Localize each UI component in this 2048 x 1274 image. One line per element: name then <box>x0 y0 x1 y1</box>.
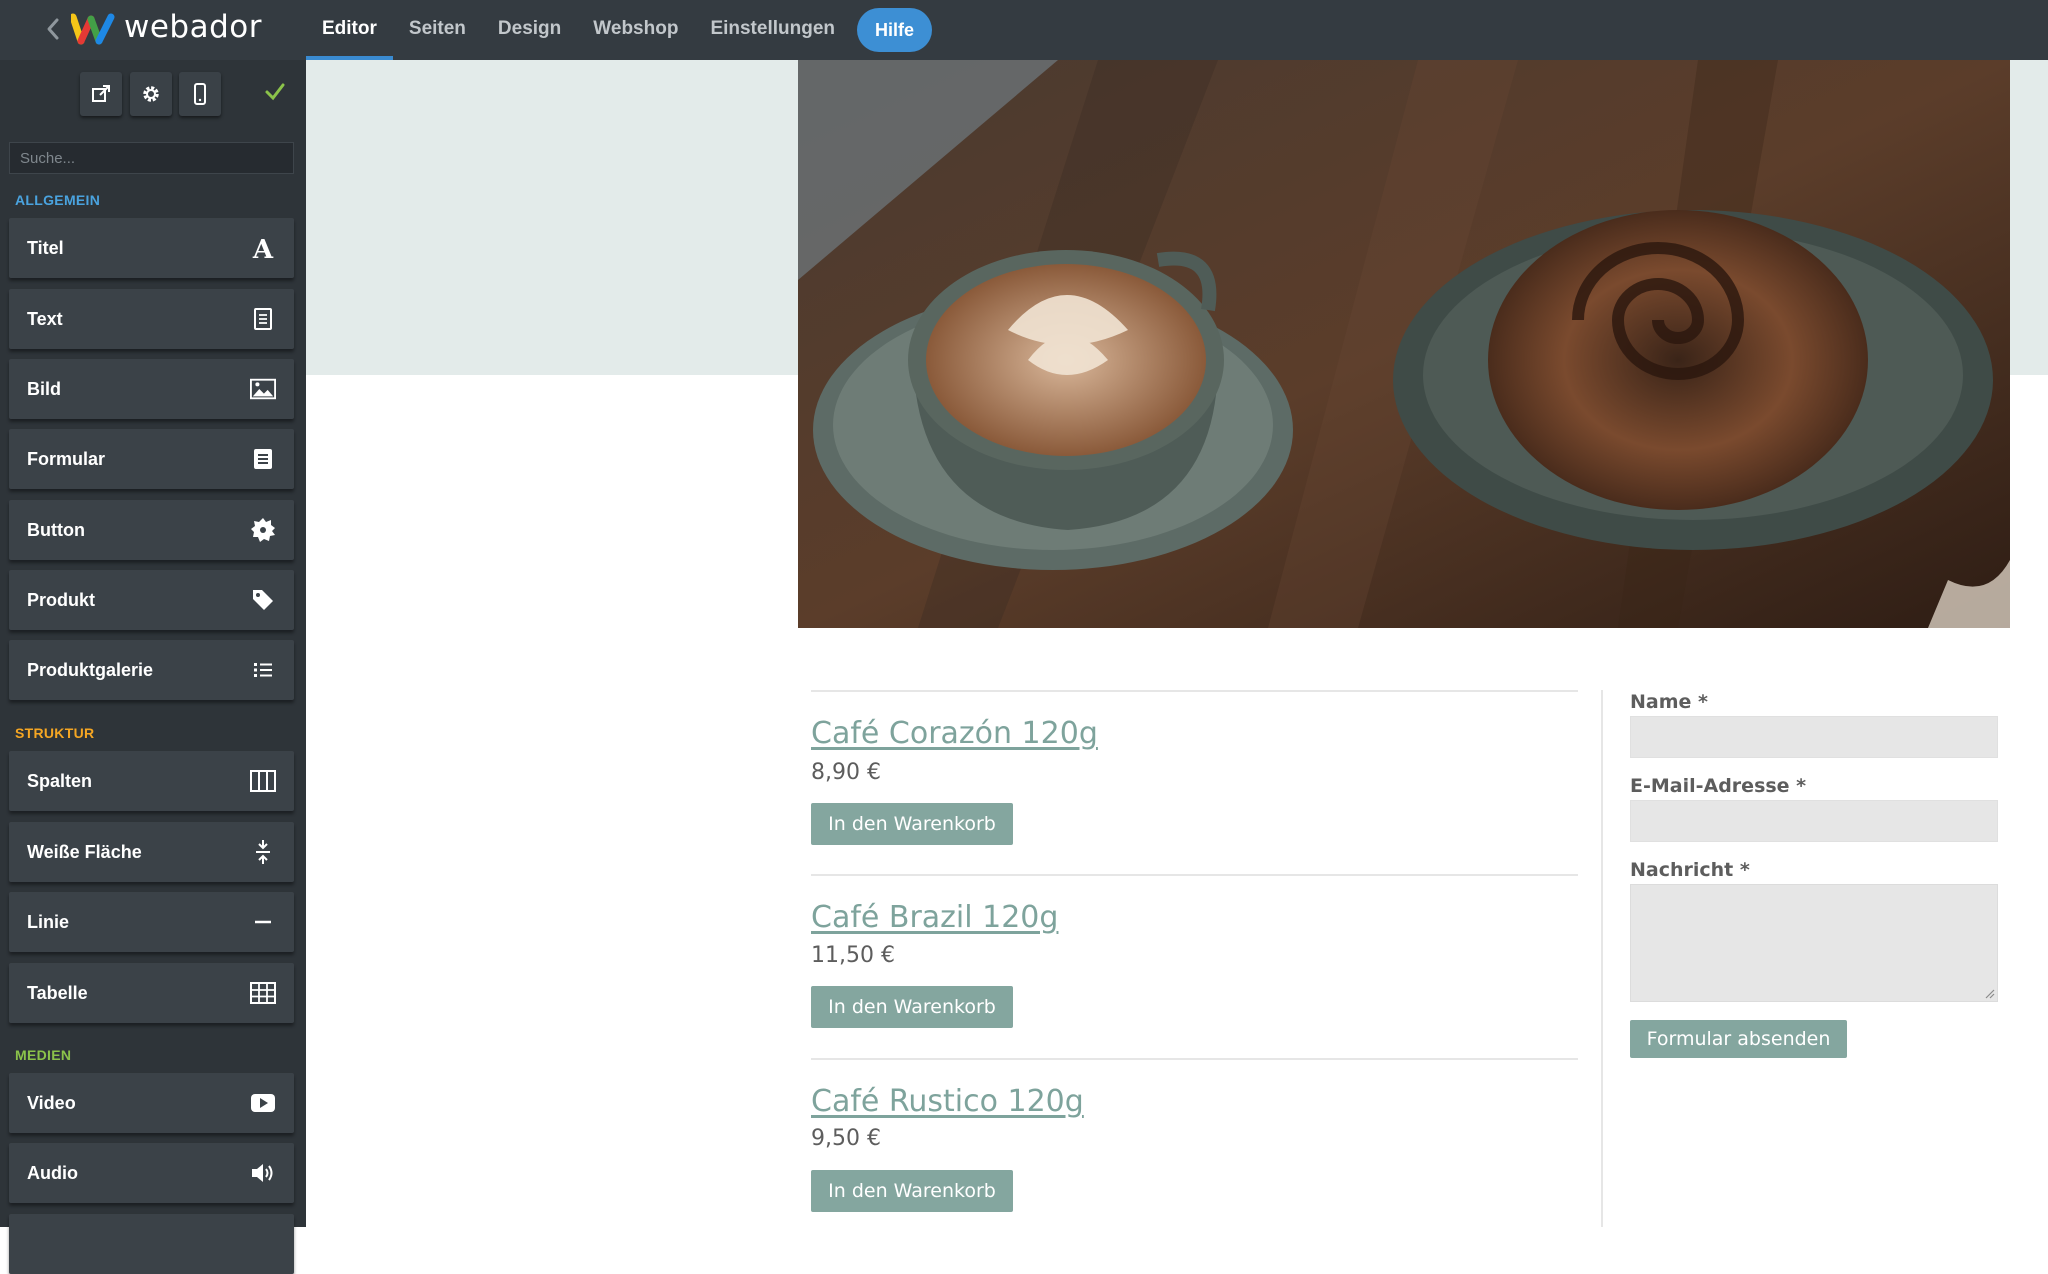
sidebar-item-bild[interactable]: Bild <box>9 359 294 419</box>
section-heading-medien: MEDIEN <box>15 1047 72 1063</box>
webador-logo-icon[interactable] <box>69 13 117 45</box>
svg-text:A: A <box>252 235 274 261</box>
sidebar-item-label: Audio <box>27 1162 78 1183</box>
spacing-icon <box>250 839 276 865</box>
tab-einstellungen[interactable]: Einstellungen <box>694 0 851 60</box>
sidebar-item-text[interactable]: Text <box>9 289 294 349</box>
list-icon <box>250 657 276 683</box>
sidebar-item-label: Text <box>27 308 63 329</box>
mobile-view-button[interactable] <box>179 72 221 116</box>
product-divider <box>811 874 1578 876</box>
column-separator <box>1601 690 1603 1227</box>
sidebar-item-label: Produkt <box>27 589 96 610</box>
video-icon <box>250 1090 276 1116</box>
product-title[interactable]: Café Rustico 120g <box>811 1084 1084 1119</box>
columns-icon <box>250 768 276 794</box>
sidebar-item-label: Spalten <box>27 770 93 791</box>
tag-icon <box>250 587 276 613</box>
gear-icon <box>143 86 159 102</box>
add-to-cart-button[interactable]: In den Warenkorb <box>811 803 1013 845</box>
tab-seiten[interactable]: Seiten <box>393 0 482 60</box>
hero-image[interactable] <box>798 60 2010 628</box>
tab-design[interactable]: Design <box>482 0 577 60</box>
add-to-cart-button[interactable]: In den Warenkorb <box>811 986 1013 1028</box>
back-chevron-icon[interactable] <box>42 14 64 44</box>
sidebar-item-label: Weiße Fläche <box>27 841 142 862</box>
sidebar-item-label: Video <box>27 1092 76 1113</box>
external-link-icon <box>92 85 110 102</box>
sidebar-item-label: Formular <box>27 448 106 469</box>
product-price: 11,50 € <box>811 943 895 968</box>
text-icon <box>250 306 276 332</box>
sidebar-item-label: Linie <box>27 911 70 932</box>
sidebar-item-more[interactable] <box>9 1214 294 1274</box>
image-icon <box>250 376 276 402</box>
tab-editor[interactable]: Editor <box>306 0 393 60</box>
audio-icon <box>250 1160 276 1186</box>
sidebar-item-audio[interactable]: Audio <box>9 1143 294 1203</box>
section-heading-struktur: STRUKTUR <box>15 725 95 741</box>
email-label: E-Mail-Adresse * <box>1630 775 1807 797</box>
button-icon <box>250 517 276 543</box>
sidebar-item-label: Bild <box>27 378 61 399</box>
line-icon <box>250 909 276 935</box>
sidebar-item-weisse-flaeche[interactable]: Weiße Fläche <box>9 822 294 882</box>
sidebar-item-spalten[interactable]: Spalten <box>9 751 294 811</box>
sidebar-item-produktgalerie[interactable]: Produktgalerie <box>9 640 294 700</box>
product-price: 8,90 € <box>811 760 881 785</box>
message-textarea[interactable] <box>1630 884 1998 1002</box>
add-to-cart-button[interactable]: In den Warenkorb <box>811 1170 1013 1212</box>
main-nav: Editor Seiten Design Webshop Einstellung… <box>306 0 933 60</box>
sidebar: ALLGEMEIN Titel A Text Bild Formular But… <box>0 60 306 1274</box>
title-icon: A <box>250 235 276 261</box>
sidebar-item-linie[interactable]: Linie <box>9 892 294 952</box>
sidebar-item-button[interactable]: Button <box>9 500 294 560</box>
top-bar: webador Editor Seiten Design Webshop Ein… <box>0 0 2048 60</box>
sidebar-item-tabelle[interactable]: Tabelle <box>9 963 294 1023</box>
tab-webshop[interactable]: Webshop <box>577 0 694 60</box>
sidebar-item-video[interactable]: Video <box>9 1073 294 1133</box>
message-label: Nachricht * <box>1630 859 1750 881</box>
email-field[interactable] <box>1630 800 1998 842</box>
table-icon <box>250 980 276 1006</box>
product-price: 9,50 € <box>811 1126 881 1151</box>
settings-button[interactable] <box>130 72 172 116</box>
form-icon <box>250 446 276 472</box>
checkmark-icon[interactable] <box>264 82 286 107</box>
product-divider <box>811 1058 1578 1060</box>
mobile-icon <box>194 83 206 105</box>
product-title[interactable]: Café Brazil 120g <box>811 900 1058 935</box>
sidebar-item-formular[interactable]: Formular <box>9 429 294 489</box>
sidebar-item-label: Titel <box>27 237 64 258</box>
sidebar-item-label: Button <box>27 519 85 540</box>
search-input[interactable] <box>9 142 294 174</box>
help-button[interactable]: Hilfe <box>857 8 933 52</box>
sidebar-item-label: Produktgalerie <box>27 659 154 680</box>
sidebar-item-produkt[interactable]: Produkt <box>9 570 294 630</box>
preview-button[interactable] <box>80 72 122 116</box>
product-divider <box>811 690 1578 692</box>
name-label: Name * <box>1630 691 1708 713</box>
section-heading-allgemein: ALLGEMEIN <box>15 192 101 208</box>
sidebar-item-titel[interactable]: Titel A <box>9 218 294 278</box>
brand-name[interactable]: webador <box>124 9 262 45</box>
submit-form-button[interactable]: Formular absenden <box>1630 1020 1847 1058</box>
sidebar-item-label: Tabelle <box>27 982 88 1003</box>
resize-handle-icon[interactable] <box>1983 987 1995 999</box>
editor-canvas: Café Corazón 120g 8,90 € In den Warenkor… <box>306 60 2048 1227</box>
name-field[interactable] <box>1630 716 1998 758</box>
product-title[interactable]: Café Corazón 120g <box>811 716 1098 751</box>
